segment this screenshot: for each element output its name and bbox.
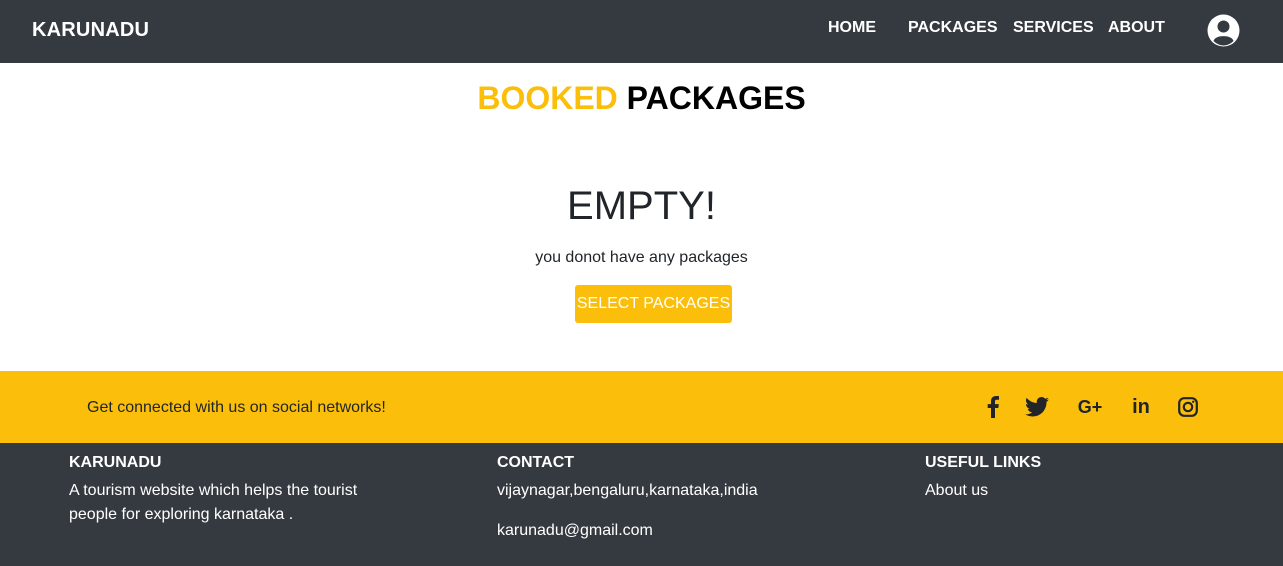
select-packages-button[interactable]: SELECT PACKAGES [575, 285, 732, 323]
footer-link-about-us[interactable]: About us [925, 479, 1125, 503]
nav-link-about[interactable]: ABOUT [1108, 19, 1165, 37]
footer-about-column: KARUNADU A tourism website which helps t… [69, 453, 359, 527]
instagram-icon[interactable] [1177, 395, 1199, 419]
linkedin-icon[interactable]: in [1130, 395, 1152, 419]
footer-links-heading: USEFUL LINKS [925, 454, 1042, 471]
page-title-rest: PACKAGES [626, 80, 806, 116]
navbar: KARUNADU HOME PACKAGES SERVICES ABOUT [0, 0, 1283, 63]
empty-heading: EMPTY! [567, 184, 716, 228]
footer-brand-description: A tourism website which helps the touris… [69, 482, 358, 523]
footer-email[interactable]: karunadu@gmail.com [497, 519, 817, 543]
empty-message: you donot have any packages [535, 249, 748, 266]
footer-links-column: USEFUL LINKS About us [925, 453, 1125, 503]
social-bar-text: Get connected with us on social networks… [87, 399, 386, 416]
google-plus-icon[interactable]: G+ [1076, 395, 1104, 419]
social-bar: Get connected with us on social networks… [0, 371, 1283, 443]
twitter-icon[interactable] [1025, 395, 1049, 419]
nav-link-packages[interactable]: PACKAGES [908, 19, 998, 37]
footer-contact-column: CONTACT vijaynagar,bengaluru,karnataka,i… [497, 453, 817, 543]
footer-address: vijaynagar,bengaluru,karnataka,india [497, 482, 758, 499]
user-circle-icon[interactable] [1207, 14, 1240, 47]
footer-brand-heading: KARUNADU [69, 454, 162, 471]
footer: KARUNADU A tourism website which helps t… [0, 443, 1283, 566]
page-title: BOOKED PACKAGES [0, 80, 1283, 117]
nav-link-home[interactable]: HOME [828, 19, 876, 37]
facebook-icon[interactable] [984, 395, 1002, 419]
nav-link-services[interactable]: SERVICES [1013, 19, 1094, 37]
brand-logo[interactable]: KARUNADU [32, 19, 149, 42]
page-title-accent: BOOKED [477, 80, 618, 116]
footer-contact-heading: CONTACT [497, 454, 575, 471]
